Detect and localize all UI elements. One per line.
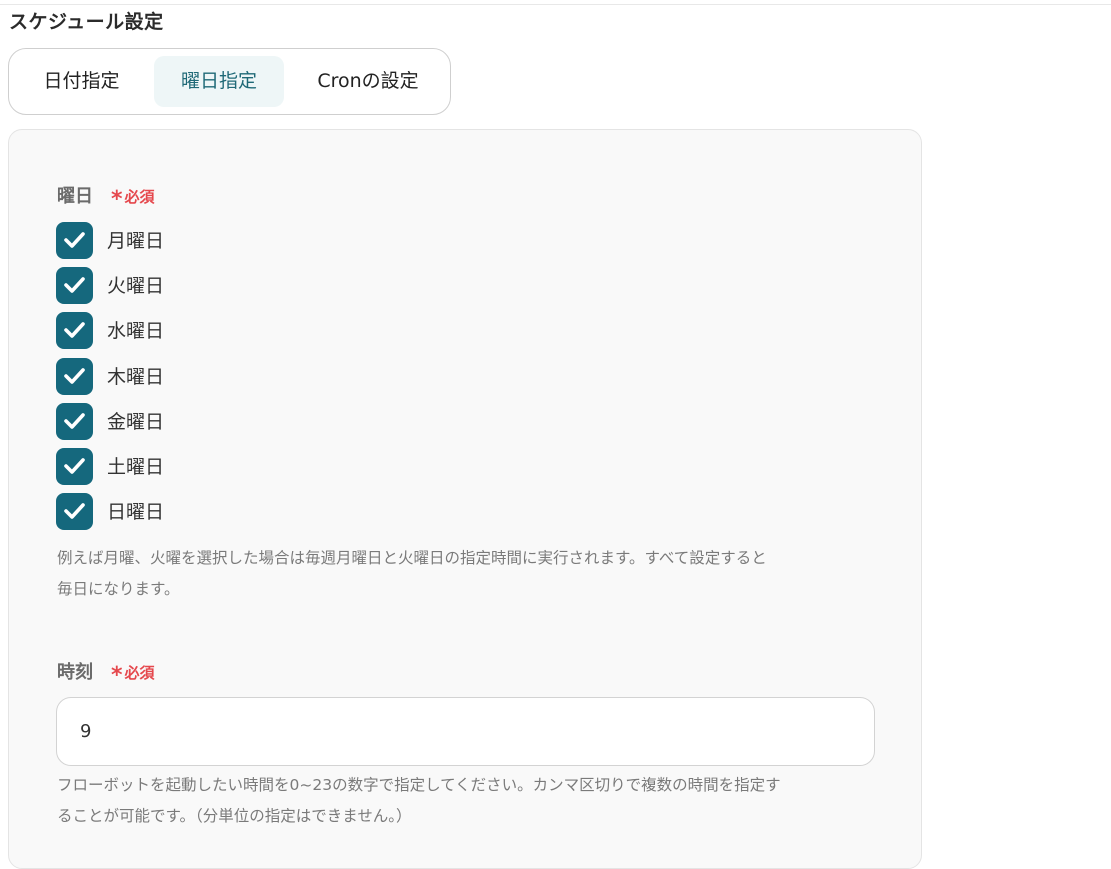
option-label: 土曜日 xyxy=(107,455,165,478)
required-label: 必須 xyxy=(124,664,155,682)
checkbox-wednesday[interactable] xyxy=(56,312,93,350)
help-line: フローボットを起動したい時間を0~23の数字で指定してください。カンマ区切りで複… xyxy=(57,776,781,794)
required-label: 必須 xyxy=(124,188,155,206)
help-line: 例えば月曜、火曜を選択した場合は毎週月曜日と火曜日の指定時間に実行されます。すべ… xyxy=(57,549,767,567)
checkbox-monday[interactable] xyxy=(56,222,93,259)
tab-weekday[interactable]: 曜日指定 xyxy=(154,56,284,107)
time-required-badge: * 必須 xyxy=(111,659,155,688)
checkmark-icon xyxy=(64,232,85,248)
checkmark-icon xyxy=(64,277,85,293)
checkbox-tuesday[interactable] xyxy=(56,267,93,305)
checkbox-sunday[interactable] xyxy=(56,493,93,531)
top-divider xyxy=(0,4,1111,5)
weekday-help-text: 例えば月曜、火曜を選択した場合は毎週月曜日と火曜日の指定時間に実行されます。すべ… xyxy=(57,543,877,605)
option-label: 水曜日 xyxy=(107,320,165,343)
required-asterisk: * xyxy=(111,663,123,688)
time-field-label: 時刻 xyxy=(57,662,93,683)
option-label: 日曜日 xyxy=(107,501,165,524)
help-line: ることが可能です。（分単位の指定はできません。） xyxy=(57,807,412,825)
help-line: 毎日になります。 xyxy=(57,580,180,598)
weekday-required-badge: * 必須 xyxy=(111,183,155,212)
settings-panel: 曜日 * 必須 月曜日 火曜日 水曜日 木曜日 金曜日 土曜日 日曜日 例えば月… xyxy=(8,129,922,869)
checkmark-icon xyxy=(64,322,85,339)
checkbox-thursday[interactable] xyxy=(56,357,93,395)
tab-date[interactable]: 日付指定 xyxy=(23,56,140,107)
checkmark-icon xyxy=(64,503,85,519)
time-help-text: フローボットを起動したい時間を0~23の数字で指定してください。カンマ区切りで複… xyxy=(57,770,877,832)
weekday-field-label: 曜日 xyxy=(57,186,93,207)
section-title: スケジュール設定 xyxy=(9,11,164,33)
required-asterisk: * xyxy=(111,187,123,212)
checkmark-icon xyxy=(64,367,85,384)
checkbox-saturday[interactable] xyxy=(56,447,93,485)
schedule-type-tabs: 日付指定 曜日指定 Cronの設定 xyxy=(8,48,451,115)
time-input[interactable] xyxy=(56,697,875,766)
option-label: 金曜日 xyxy=(107,410,165,433)
checkmark-icon xyxy=(64,458,85,474)
checkbox-friday[interactable] xyxy=(56,402,93,440)
option-label: 木曜日 xyxy=(107,365,165,388)
option-label: 火曜日 xyxy=(107,275,165,298)
option-label: 月曜日 xyxy=(107,230,165,252)
tab-cron[interactable]: Cronの設定 xyxy=(298,56,438,107)
checkmark-icon xyxy=(64,412,85,429)
